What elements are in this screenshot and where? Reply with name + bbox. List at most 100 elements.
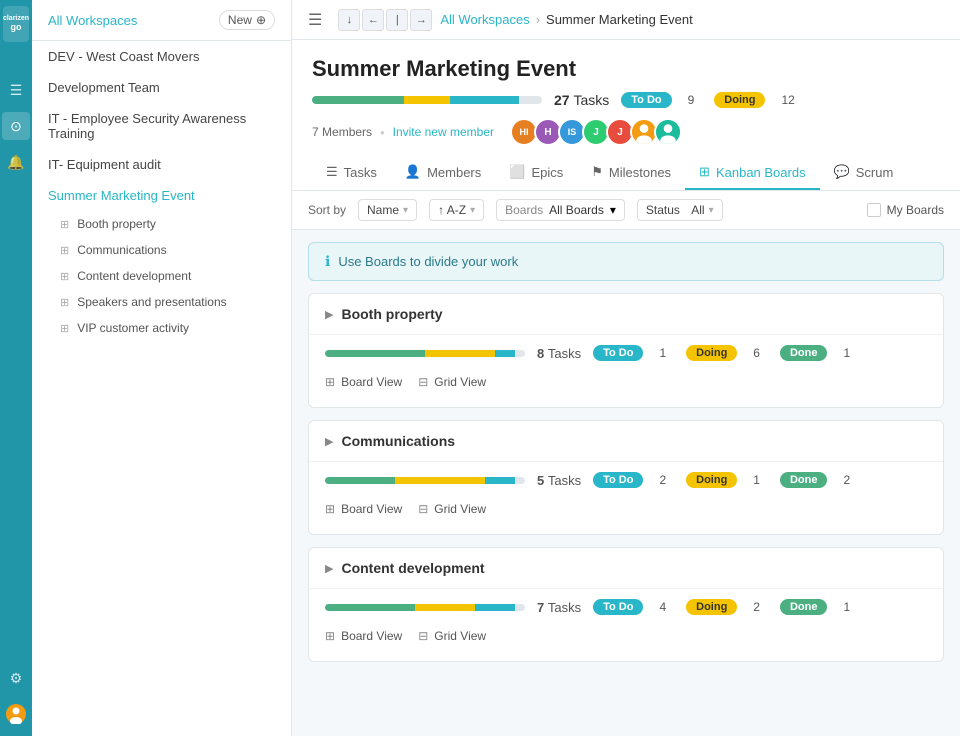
status-label: Status [646,203,680,217]
settings-icon[interactable]: ⚙ [2,664,30,692]
comms-done-count: 2 [843,473,850,487]
nav-separator: | [386,9,408,31]
prog-yellow [425,350,495,357]
home-icon[interactable]: ⊙ [2,112,30,140]
sidebar-subitem-speakers[interactable]: ⊞ Speakers and presentations [32,289,291,315]
main-content: ☰ ↓ ← | → All Workspaces › Summer Market… [292,0,960,736]
bell-icon[interactable]: 🔔 [2,148,30,176]
hamburger-icon[interactable]: ☰ [2,76,30,104]
nav-forward-button[interactable]: → [410,9,432,31]
todo-badge: To Do [621,92,671,108]
milestones-icon: ⚑ [591,164,603,180]
board-body-content: 7 Tasks To Do 4 Doing 2 Done 1 ⊞ Board V… [309,589,943,661]
sort-by-label: Sort by [308,203,346,217]
avatar-row: HI H IS J J [510,118,682,146]
filter-bar: Sort by Name ▾ ↑ A-Z ▾ Boards All Boards… [292,191,960,230]
board-actions-comms: ⊞ Board View ⊟ Grid View [325,498,927,520]
all-workspaces-link[interactable]: All Workspaces [48,13,137,28]
tab-milestones[interactable]: ⚑ Milestones [577,156,685,190]
breadcrumb-separator: › [536,12,540,27]
chevron-icon: ▾ [403,205,408,216]
grid-view-btn-content[interactable]: ⊟ Grid View [418,625,486,647]
board-section-booth: ▶ Booth property 8 Tasks To Do 1 Doing 6 [308,293,944,408]
tabs: ☰ Tasks 👤 Members ⬜ Epics ⚑ Milestones ⊞… [312,156,940,190]
checkbox-icon[interactable] [867,203,881,217]
dot-separator: • [380,125,385,140]
sidebar: All Workspaces New ⊕ DEV - West Coast Mo… [32,0,292,736]
tab-kanban[interactable]: ⊞ Kanban Boards [685,156,820,190]
board-name-booth: Booth property [341,306,442,322]
breadcrumb-workspaces[interactable]: All Workspaces [440,12,529,27]
progress-yellow [404,96,450,104]
comms-done-badge: Done [780,472,828,488]
expand-icon-content: ▶ [325,562,333,575]
nav-back-button[interactable]: ← [362,9,384,31]
sidebar-header: All Workspaces New ⊕ [32,0,291,41]
members-row: 7 Members • Invite new member HI H IS J … [312,118,940,146]
prog-gray [515,350,525,357]
kanban-icon: ⊞ [60,218,69,231]
prog-green [325,350,425,357]
tab-scrum[interactable]: 💬 Scrum [820,156,908,190]
sidebar-subitem-comms[interactable]: ⊞ Communications [32,237,291,263]
avatar-6 [654,118,682,146]
content-done-badge: Done [780,599,828,615]
menu-icon[interactable]: ☰ [308,10,322,30]
progress-green [312,96,404,104]
board-section-comms: ▶ Communications 5 Tasks To Do 2 Doing 1 [308,420,944,535]
board-actions-booth: ⊞ Board View ⊟ Grid View [325,371,927,393]
svg-text:clarizen: clarizen [3,15,29,22]
todo-count: 9 [688,93,695,107]
sidebar-item-it-security[interactable]: IT - Employee Security Awareness Trainin… [32,103,291,149]
booth-todo-count: 1 [659,346,666,360]
board-header-booth[interactable]: ▶ Booth property [309,294,943,335]
sidebar-subitem-content[interactable]: ⊞ Content development [32,263,291,289]
invite-link[interactable]: Invite new member [393,125,494,139]
grid-view-btn-comms[interactable]: ⊟ Grid View [418,498,486,520]
tab-members[interactable]: 👤 Members [391,156,495,190]
task-count: 27 Tasks [554,92,609,108]
prog-blue-ct [475,604,515,611]
user-icon[interactable] [2,700,30,728]
board-header-content[interactable]: ▶ Content development [309,548,943,589]
board-view-icon-ct: ⊞ [325,629,335,643]
sidebar-item-summer-event[interactable]: Summer Marketing Event [32,180,291,211]
board-view-btn-content[interactable]: ⊞ Board View [325,625,402,647]
board-view-btn-comms[interactable]: ⊞ Board View [325,498,402,520]
tab-epics[interactable]: ⬜ Epics [495,156,577,190]
content-todo-count: 4 [659,600,666,614]
booth-todo-badge: To Do [593,345,643,361]
nav-down-button[interactable]: ↓ [338,9,360,31]
kanban-icon-3: ⊞ [60,270,69,283]
board-view-btn-booth[interactable]: ⊞ Board View [325,371,402,393]
page-title: Summer Marketing Event [312,56,940,82]
tasks-icon: ☰ [326,164,338,180]
booth-done-badge: Done [780,345,828,361]
sort-order-select[interactable]: ↑ A-Z ▾ [429,199,484,221]
nav-arrows: ↓ ← | → [338,9,432,31]
sidebar-item-dev-west[interactable]: DEV - West Coast Movers [32,41,291,72]
chevron-icon-4: ▾ [709,205,714,216]
progress-section: 27 Tasks To Do 9 Doing 12 [312,92,940,108]
tab-tasks[interactable]: ☰ Tasks [312,156,391,190]
booth-doing-count: 6 [753,346,760,360]
new-button[interactable]: New ⊕ [219,10,275,30]
topbar: ☰ ↓ ← | → All Workspaces › Summer Market… [292,0,960,40]
content-doing-count: 2 [753,600,760,614]
info-banner: ℹ Use Boards to divide your work [308,242,944,281]
grid-view-btn-booth[interactable]: ⊟ Grid View [418,371,486,393]
sidebar-subitem-vip[interactable]: ⊞ VIP customer activity [32,315,291,341]
booth-doing-badge: Doing [686,345,737,361]
boards-filter[interactable]: Boards All Boards ▾ [496,199,625,221]
my-boards-checkbox[interactable]: My Boards [867,203,944,217]
epics-icon: ⬜ [509,164,525,180]
status-filter[interactable]: Status All ▾ [637,199,723,221]
plus-icon: ⊕ [256,13,266,27]
sidebar-subitem-booth[interactable]: ⊞ Booth property [32,211,291,237]
board-header-comms[interactable]: ▶ Communications [309,421,943,462]
progress-gray [519,96,542,104]
sidebar-item-it-equipment[interactable]: IT- Equipment audit [32,149,291,180]
sort-by-select[interactable]: Name ▾ [358,199,417,221]
board-actions-content: ⊞ Board View ⊟ Grid View [325,625,927,647]
sidebar-item-dev-team[interactable]: Development Team [32,72,291,103]
